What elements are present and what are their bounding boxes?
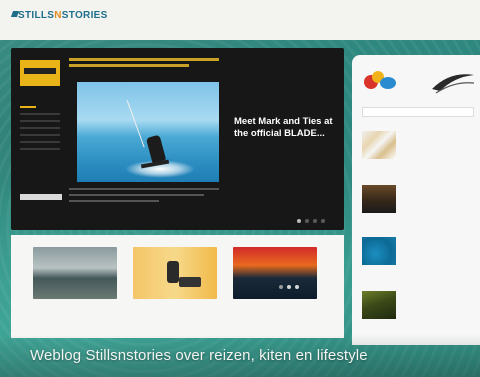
hero-side-button[interactable] — [20, 194, 62, 200]
recent-post-thumb[interactable] — [362, 291, 396, 319]
carousel-dot[interactable] — [287, 285, 291, 289]
site-logo[interactable]: STILLSNSTORIES — [18, 10, 108, 21]
slider-dot[interactable] — [313, 219, 317, 223]
partner-logo — [20, 60, 60, 86]
post-card[interactable] — [233, 247, 317, 307]
site-header: STILLSNSTORIES — [0, 0, 480, 40]
menu-line — [20, 134, 60, 136]
sponsor-logo-1[interactable] — [362, 69, 400, 97]
menu-line — [20, 113, 60, 115]
post-card[interactable] — [33, 247, 117, 307]
recent-post[interactable] — [362, 291, 474, 327]
logo-word-2: STORIES — [61, 10, 108, 21]
slider-dots — [297, 219, 325, 223]
text-line — [69, 194, 204, 196]
image-caption: Weblog Stillsnstories over reizen, kiten… — [30, 347, 368, 364]
hero-photo-kitesurfer[interactable] — [77, 82, 219, 182]
menu-line — [20, 141, 60, 143]
post-card[interactable] — [133, 247, 217, 307]
carousel-dot[interactable] — [279, 285, 283, 289]
sidebar — [352, 55, 480, 345]
kite-line — [126, 98, 149, 148]
logo-n: N — [54, 10, 62, 21]
featured-slider[interactable]: Meet Mark and Ties at the official BLADE… — [11, 48, 344, 230]
text-line — [69, 200, 159, 202]
recent-post[interactable] — [362, 237, 474, 273]
hero-post-title[interactable]: Meet Mark and Ties at the official BLADE… — [234, 116, 336, 139]
recent-post[interactable] — [362, 185, 474, 221]
post-thumbnail[interactable] — [233, 247, 317, 299]
hero-heading-text — [69, 58, 219, 70]
post-thumbnail[interactable] — [33, 247, 117, 299]
logo-bubble — [380, 77, 396, 89]
menu-line — [20, 148, 60, 150]
menu-line — [20, 127, 60, 129]
hero-caption — [69, 188, 219, 206]
sponsor-logo-2[interactable] — [430, 69, 476, 97]
search-input[interactable] — [362, 107, 474, 117]
carousel-dot[interactable] — [295, 285, 299, 289]
slider-dot[interactable] — [297, 219, 301, 223]
menu-line — [20, 120, 60, 122]
carousel-dots — [279, 285, 299, 289]
text-line — [69, 64, 189, 67]
slider-dot[interactable] — [321, 219, 325, 223]
post-carousel — [11, 235, 344, 338]
hero-side-menu — [20, 106, 62, 200]
text-line — [69, 188, 219, 190]
menu-line — [20, 106, 36, 108]
recent-post-thumb[interactable] — [362, 131, 396, 159]
logo-word-1: STILLS — [18, 10, 55, 21]
slider-dot[interactable] — [305, 219, 309, 223]
recent-post[interactable] — [362, 131, 474, 167]
post-thumbnail[interactable] — [133, 247, 217, 299]
text-line — [69, 58, 219, 61]
recent-post-thumb[interactable] — [362, 185, 396, 213]
recent-post-thumb[interactable] — [362, 237, 396, 265]
